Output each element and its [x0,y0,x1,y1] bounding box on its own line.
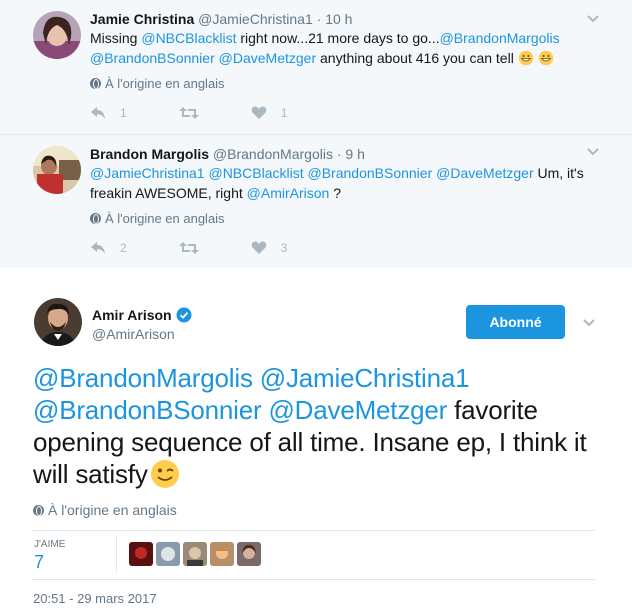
mention-link[interactable]: @BrandonMargolis [33,363,253,393]
translation-note[interactable]: À l'origine en anglais [90,211,225,226]
heart-icon [251,241,266,254]
tweet-header: Brandon Margolis @BrandonMargolis · 9 h [90,146,365,162]
reply-button[interactable]: 2 [90,241,127,255]
reply-icon [91,107,105,119]
user-handle[interactable]: @JamieChristina1 [198,11,313,27]
liker-avatar[interactable] [210,542,234,566]
mention-link[interactable]: @BrandonBSonnier [90,50,215,66]
tweet-text: @JamieChristina1 @NBCBlacklist @BrandonB… [90,163,610,203]
reply-tweet[interactable]: Jamie Christina @JamieChristina1 · 10 h … [0,0,632,135]
retweet-icon [178,242,199,254]
reply-tweet[interactable]: Brandon Margolis @BrandonMargolis · 9 h … [0,135,632,270]
grinning-emoji [518,50,533,66]
tweet-stats: J'aime 7 [32,530,595,580]
chevron-down-icon[interactable] [586,12,600,26]
winking-emoji [150,460,179,488]
globe-icon [90,78,101,89]
tweet-actions: 2 3 [90,241,339,255]
like-count: 1 [280,106,288,120]
mention-link[interactable]: @NBCBlacklist [208,165,303,181]
reply-icon [91,242,105,254]
user-handle[interactable]: @AmirArison [92,326,175,342]
liker-avatar[interactable] [237,542,261,566]
liker-avatar[interactable] [129,542,153,566]
display-name[interactable]: Amir Arison [92,307,192,323]
verified-badge-icon [176,307,192,323]
avatar[interactable] [33,146,81,194]
main-tweet: Amir Arison @AmirArison Abonné @BrandonM… [0,268,632,610]
likes-count[interactable]: 7 [34,552,44,573]
translation-note[interactable]: À l'origine en anglais [90,76,225,91]
mention-link[interactable]: @JamieChristina1 [90,165,205,181]
mention-link[interactable]: @BrandonBSonnier [308,165,433,181]
tweet-text: @BrandonMargolis @JamieChristina1 @Brando… [33,362,603,490]
display-name[interactable]: Brandon Margolis [90,146,209,162]
text-segment: right now...21 more days to go... [236,30,440,46]
mention-link[interactable]: @BrandonMargolis [440,30,560,46]
avatar[interactable] [33,11,81,59]
tweet-time[interactable]: 9 h [345,146,364,162]
grinning-emoji [538,50,553,66]
likers-avatars [129,542,261,566]
globe-icon [33,504,44,516]
stats-divider [116,537,117,573]
retweet-icon [178,107,199,119]
mention-link[interactable]: @DaveMetzger [268,395,447,425]
tweet-header: Jamie Christina @JamieChristina1 · 10 h [90,11,352,27]
like-count: 3 [280,241,288,255]
tweet-text: Missing @NBCBlacklist right now...21 mor… [90,28,610,68]
liker-avatar[interactable] [156,542,180,566]
follow-button[interactable]: Abonné [466,305,565,339]
mention-link[interactable]: @DaveMetzger [436,165,533,181]
text-segment: anything about 416 you can tell [316,50,518,66]
mention-link[interactable]: @JamieChristina1 [260,363,470,393]
reply-count: 2 [120,241,127,255]
text-segment: ? [329,185,341,201]
like-button[interactable]: 1 [251,106,288,120]
tweet-actions: 1 1 [90,106,339,120]
text-segment [253,363,260,393]
translation-label: À l'origine en anglais [105,76,225,91]
globe-icon [90,213,101,224]
translation-note[interactable]: À l'origine en anglais [33,502,177,518]
translation-label: À l'origine en anglais [105,211,225,226]
chevron-down-icon[interactable] [582,316,596,335]
likes-label: J'aime [34,539,66,550]
chevron-down-icon[interactable] [586,145,600,159]
mention-link[interactable]: @NBCBlacklist [141,30,236,46]
translation-label: À l'origine en anglais [48,502,177,518]
heart-icon [251,106,266,119]
like-button[interactable]: 3 [251,241,288,255]
tweet-timestamp[interactable]: 20:51 - 29 mars 2017 [33,591,157,606]
reply-button[interactable]: 1 [90,106,127,120]
retweet-button[interactable] [178,106,199,120]
display-name-text: Amir Arison [92,307,172,323]
liker-avatar[interactable] [183,542,207,566]
reply-count: 1 [120,106,127,120]
avatar[interactable] [34,298,82,346]
separator-dot: · [336,146,342,162]
display-name[interactable]: Jamie Christina [90,11,194,27]
mention-link[interactable]: @BrandonBSonnier [33,395,262,425]
mention-link[interactable]: @AmirArison [247,185,330,201]
mention-link[interactable]: @DaveMetzger [219,50,316,66]
separator-dot: · [316,11,322,27]
retweet-button[interactable] [178,241,199,255]
text-segment: Missing [90,30,142,46]
tweet-time[interactable]: 10 h [325,11,352,27]
user-handle[interactable]: @BrandonMargolis [213,146,333,162]
